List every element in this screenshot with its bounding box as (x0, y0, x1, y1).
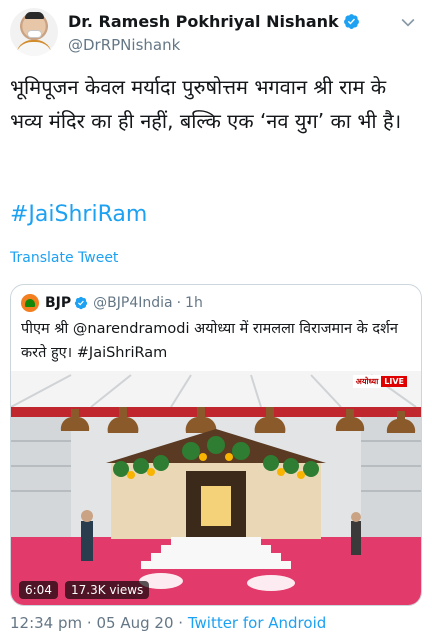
translate-tweet-link[interactable]: Translate Tweet (10, 250, 118, 266)
tweet-meta: 12:34 pm · 05 Aug 20 · Twitter for Andro… (10, 614, 326, 632)
tweet-date: 05 Aug 20 (96, 614, 174, 632)
author-name-row[interactable]: Dr. Ramesh Pokhriyal Nishank (68, 12, 360, 31)
quoted-author-avatar (21, 294, 39, 312)
author-display-name[interactable]: Dr. Ramesh Pokhriyal Nishank (68, 12, 339, 31)
meta-separator: · (86, 614, 92, 632)
author-avatar[interactable] (10, 8, 58, 56)
quoted-verified-badge-icon (75, 296, 88, 310)
tweet-source-link[interactable]: Twitter for Android (188, 614, 326, 632)
tweet-header: Dr. Ramesh Pokhriyal Nishank @DrRPNishan… (10, 8, 422, 62)
quoted-separator-dot: · (176, 295, 182, 311)
tweet-time: 12:34 pm (10, 614, 83, 632)
verified-badge-icon (343, 14, 359, 29)
chevron-down-icon[interactable] (398, 12, 418, 32)
video-view-count: 17.3K views (65, 581, 150, 599)
quoted-tweet-card[interactable]: BJP @BJP4India · 1h पीएम श्री @narendram… (10, 284, 422, 606)
channel-badge: अयोध्या (352, 375, 382, 388)
video-player[interactable]: अयोध्या LIVE 6:04 17.3K views (11, 371, 421, 605)
quoted-author-name: BJP (45, 295, 72, 311)
tweet-text: भूमिपूजन केवल मर्यादा पुरुषोत्तम भगवान श… (10, 75, 402, 133)
author-handle[interactable]: @DrRPNishank (68, 36, 180, 54)
tweet-hashtag-link[interactable]: #JaiShriRam (10, 202, 147, 227)
quoted-tweet-text: पीएम श्री @narendramodi अयोध्या में रामल… (21, 321, 398, 361)
live-badge: LIVE (381, 376, 407, 387)
quoted-tweet-time: 1h (185, 295, 203, 311)
video-thumbnail-scene (11, 371, 421, 605)
quoted-tweet-header: BJP @BJP4India · 1h (21, 293, 203, 313)
video-duration: 6:04 (19, 581, 58, 599)
channel-live-badge: अयोध्या LIVE (352, 375, 407, 388)
meta-separator: · (178, 614, 184, 632)
quoted-author-handle: @BJP4India (93, 295, 173, 311)
